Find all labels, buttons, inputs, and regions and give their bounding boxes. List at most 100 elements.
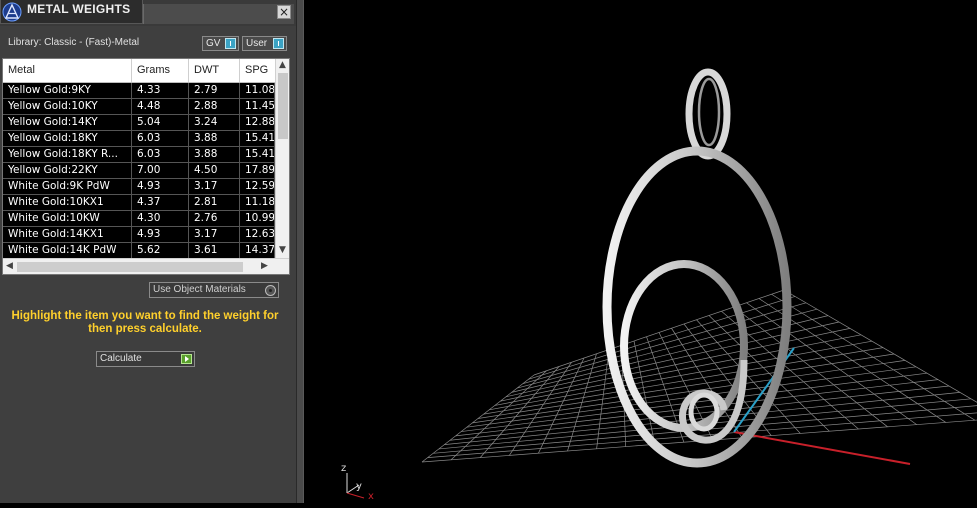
column-header-metal[interactable]: Metal — [3, 59, 132, 82]
cell-dwt: 3.88 — [189, 147, 240, 162]
column-header-spg[interactable]: SPG — [240, 59, 275, 82]
cell-dwt: 3.17 — [189, 179, 240, 194]
panel-title-bar: METAL WEIGHTS × — [0, 0, 296, 26]
table-row[interactable]: White Gold:14KX1 4.93 3.17 12.63 — [3, 227, 275, 243]
table-row[interactable]: Yellow Gold:10KY 4.48 2.88 11.45 — [3, 99, 275, 115]
cell-dwt: 3.24 — [189, 115, 240, 130]
table-row[interactable]: Yellow Gold:14KY 5.04 3.24 12.88 — [3, 115, 275, 131]
cell-grams: 4.33 — [132, 83, 189, 98]
cell-metal: White Gold:10KX1 — [3, 195, 132, 210]
horizontal-scroll-thumb[interactable] — [17, 262, 243, 272]
gv-toggle[interactable]: GV — [202, 36, 239, 51]
user-toggle[interactable]: User — [242, 36, 287, 51]
close-button[interactable]: × — [277, 5, 291, 19]
cell-spg: 11.18 — [240, 195, 275, 210]
toggle-switch-icon — [225, 38, 236, 49]
cell-metal: Yellow Gold:10KY — [3, 99, 132, 114]
column-header-grams[interactable]: Grams — [132, 59, 189, 82]
cell-spg: 12.63 — [240, 227, 275, 242]
scroll-right-icon[interactable]: ▶ — [261, 261, 268, 271]
y-axis-label: y — [356, 481, 362, 492]
radio-button-icon — [265, 285, 276, 296]
cell-grams: 4.93 — [132, 227, 189, 242]
cell-spg: 10.99 — [240, 211, 275, 226]
cell-spg: 12.88 — [240, 115, 275, 130]
horizontal-scrollbar[interactable]: ◀ ▶ — [3, 258, 289, 274]
table-row[interactable]: Yellow Gold:9KY 4.33 2.79 11.08 — [3, 83, 275, 99]
scroll-up-icon[interactable]: ▲ — [279, 60, 286, 70]
vertical-scroll-thumb[interactable] — [278, 73, 288, 139]
table-body: Yellow Gold:9KY 4.33 2.79 11.08 Yellow Gold… — [3, 83, 275, 259]
x-axis-label: x — [368, 491, 374, 502]
cell-grams: 6.03 — [132, 131, 189, 146]
table-row[interactable]: White Gold:9K PdW 4.93 3.17 12.59 — [3, 179, 275, 195]
table-row[interactable]: Yellow Gold:22KY 7.00 4.50 17.89 — [3, 163, 275, 179]
cell-metal: Yellow Gold:14KY — [3, 115, 132, 130]
cell-dwt: 2.79 — [189, 83, 240, 98]
user-toggle-label: User — [246, 38, 268, 49]
cell-grams: 4.37 — [132, 195, 189, 210]
x-axis-line — [733, 431, 911, 465]
cell-grams: 7.00 — [132, 163, 189, 178]
library-label: Library: Classic - (Fast)-Metal — [8, 37, 140, 48]
cell-grams: 4.30 — [132, 211, 189, 226]
cell-dwt: 4.50 — [189, 163, 240, 178]
title-bar-spacer — [143, 4, 294, 24]
cell-metal: White Gold:14KX1 — [3, 227, 132, 242]
cell-spg: 17.89 — [240, 163, 275, 178]
cell-dwt: 3.88 — [189, 131, 240, 146]
panel-title: METAL WEIGHTS — [27, 2, 131, 16]
cell-dwt: 3.61 — [189, 243, 240, 258]
scroll-down-icon[interactable]: ▼ — [279, 245, 286, 255]
cell-grams: 6.03 — [132, 147, 189, 162]
cell-spg: 11.08 — [240, 83, 275, 98]
metal-table: Metal Grams DWT SPG Yellow Gold:9KY 4.33 2… — [2, 58, 290, 275]
cell-spg: 15.41 — [240, 147, 275, 162]
toggle-switch-icon — [273, 38, 284, 49]
scroll-left-icon[interactable]: ◀ — [6, 261, 13, 271]
viewport-scene — [346, 68, 977, 499]
cell-grams: 5.62 — [132, 243, 189, 258]
calculate-button[interactable]: Calculate — [96, 351, 195, 367]
vertical-scrollbar[interactable]: ▲ ▼ — [275, 59, 289, 258]
pendant-bail-inner — [697, 77, 721, 147]
column-header-dwt[interactable]: DWT — [189, 59, 240, 82]
calculate-button-label: Calculate — [100, 353, 142, 364]
panel-title-tab: METAL WEIGHTS — [0, 0, 143, 24]
use-object-materials-option[interactable]: Use Object Materials — [149, 282, 279, 298]
table-row[interactable]: White Gold:14K PdW 5.62 3.61 14.37 — [3, 243, 275, 259]
cell-metal: Yellow Gold:18KY R... — [3, 147, 132, 162]
gv-toggle-label: GV — [206, 38, 221, 49]
instruction-text: Highlight the item you want to find the … — [11, 310, 279, 335]
z-axis-label: z — [341, 463, 347, 474]
cell-grams: 4.48 — [132, 99, 189, 114]
table-row[interactable]: Yellow Gold:18KY 6.03 3.88 15.41 — [3, 131, 275, 147]
table-row[interactable]: White Gold:10KW 4.30 2.76 10.99 — [3, 211, 275, 227]
cell-dwt: 2.76 — [189, 211, 240, 226]
cell-spg: 14.37 — [240, 243, 275, 258]
table-row[interactable]: White Gold:10KX1 4.37 2.81 11.18 — [3, 195, 275, 211]
cell-dwt: 2.88 — [189, 99, 240, 114]
cell-spg: 11.45 — [240, 99, 275, 114]
cell-metal: Yellow Gold:9KY — [3, 83, 132, 98]
pendant-model — [602, 68, 792, 468]
cell-metal: White Gold:14K PdW — [3, 243, 132, 258]
metal-weights-panel: METAL WEIGHTS × Library: Classic - (Fast… — [0, 0, 296, 503]
cell-metal: Yellow Gold:22KY — [3, 163, 132, 178]
cell-spg: 12.59 — [240, 179, 275, 194]
cell-spg: 15.41 — [240, 131, 275, 146]
cell-dwt: 2.81 — [189, 195, 240, 210]
table-header: Metal Grams DWT SPG — [3, 59, 275, 83]
pendant-bail — [685, 68, 731, 160]
cell-metal: White Gold:10KW — [3, 211, 132, 226]
panel-splitter[interactable] — [296, 0, 304, 503]
use-object-materials-label: Use Object Materials — [153, 284, 246, 295]
cell-dwt: 3.17 — [189, 227, 240, 242]
3d-viewport[interactable]: z y x — [304, 0, 977, 503]
cell-grams: 5.04 — [132, 115, 189, 130]
cell-metal: Yellow Gold:18KY — [3, 131, 132, 146]
play-arrow-icon — [181, 354, 192, 364]
table-row[interactable]: Yellow Gold:18KY R... 6.03 3.88 15.41 — [3, 147, 275, 163]
app-logo-icon — [2, 2, 22, 22]
cell-metal: White Gold:9K PdW — [3, 179, 132, 194]
